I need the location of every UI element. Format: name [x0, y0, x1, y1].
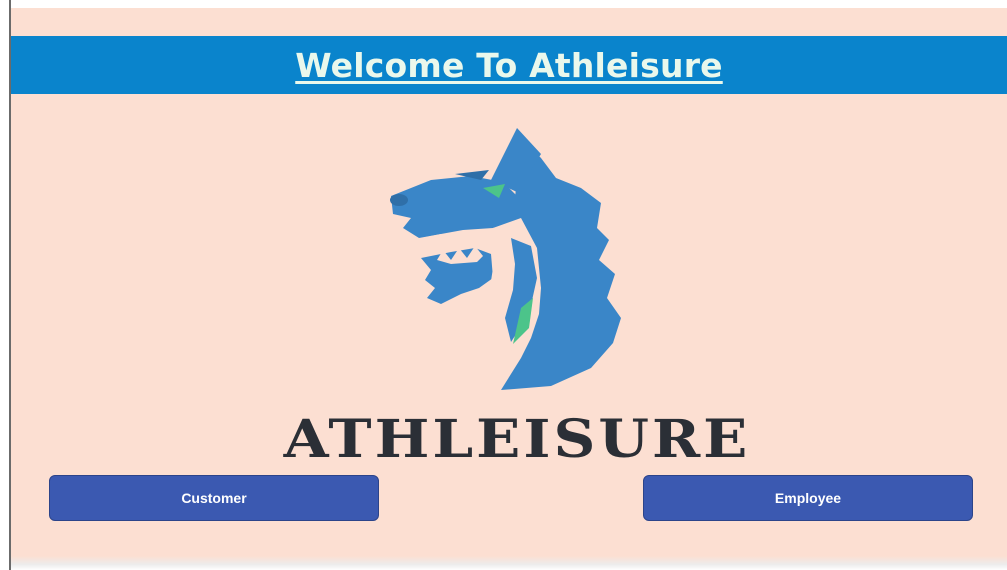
app-screen: Welcome To Athleisure ATHLEISURE Custome… [11, 8, 1007, 564]
employee-button[interactable]: Employee [643, 475, 973, 521]
wolf-head-icon [390, 128, 621, 390]
header-bar: Welcome To Athleisure [11, 36, 1007, 94]
page-title: Welcome To Athleisure [295, 45, 723, 85]
brand-wordmark: ATHLEISURE [283, 408, 751, 470]
wolf-lower-teeth [437, 246, 483, 264]
wolf-nose [390, 194, 408, 206]
customer-button[interactable]: Customer [49, 475, 379, 521]
bottom-shadow [11, 556, 1007, 570]
app-window: Welcome To Athleisure ATHLEISURE Custome… [0, 0, 1007, 570]
wolf-upper-teeth [421, 234, 471, 252]
